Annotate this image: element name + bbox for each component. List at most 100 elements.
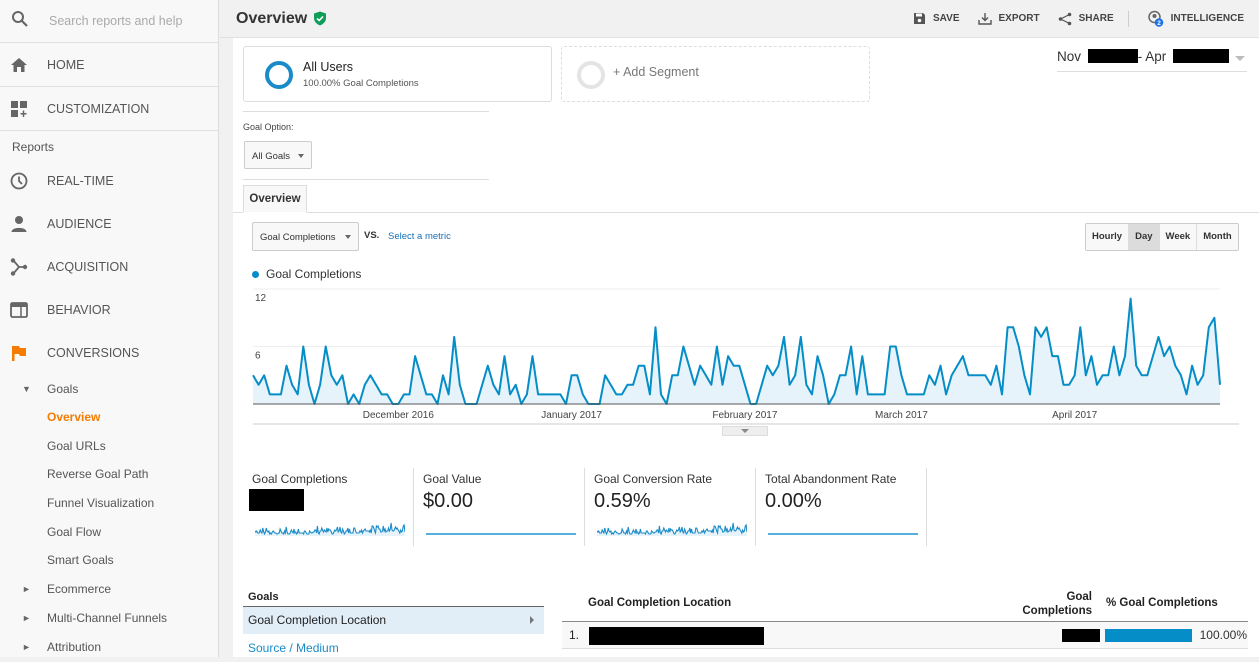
caret-down-icon: ▼ <box>0 384 47 394</box>
scorecard-label: Total Abandonment Rate <box>765 472 926 486</box>
divider <box>243 111 489 112</box>
intelligence-button[interactable]: 2 INTELLIGENCE <box>1147 10 1244 27</box>
sidebar-item-conversions[interactable]: CONVERSIONS <box>0 331 218 374</box>
sidebar-subitem-smart-goals[interactable]: Smart Goals <box>0 546 218 575</box>
chevron-down-icon <box>345 235 351 239</box>
sparkline <box>768 520 918 536</box>
sidebar-item-acquisition[interactable]: ACQUISITION <box>0 245 218 288</box>
home-icon <box>0 57 38 73</box>
segment-name: All Users <box>303 60 353 74</box>
chart-expand-handle[interactable] <box>722 426 768 436</box>
search-input[interactable]: Search reports and help <box>49 14 182 28</box>
sidebar-item-label: BEHAVIOR <box>47 303 111 317</box>
sidebar-item-label: HOME <box>47 58 85 72</box>
select-metric-link[interactable]: Select a metric <box>388 231 451 242</box>
sidebar-item-home[interactable]: HOME <box>0 43 218 87</box>
date-start-text: Nov <box>1057 49 1081 64</box>
granularity-toggle: Hourly Day Week Month <box>1085 223 1239 251</box>
sparkline <box>597 520 747 536</box>
column-header-location[interactable]: Goal Completion Location <box>588 597 731 609</box>
goals-dimension-panel: Goals Goal Completion Location Source / … <box>243 588 544 662</box>
sidebar-subitem-overview[interactable]: Overview <box>0 403 218 432</box>
granularity-week[interactable]: Week <box>1159 224 1197 250</box>
search-bar[interactable]: Search reports and help <box>0 0 218 43</box>
redacted-value <box>249 489 304 511</box>
goal-location-table: Goal Completion Location Goal Completion… <box>562 586 1248 649</box>
sidebar-subitem-funnel-visualization[interactable]: Funnel Visualization <box>0 489 218 518</box>
x-tick-label: April 2017 <box>1052 410 1097 421</box>
sidebar-item-ecommerce[interactable]: ► Ecommerce <box>0 575 218 604</box>
sidebar-item-real-time[interactable]: REAL-TIME <box>0 159 218 202</box>
dimension-goal-completion-location[interactable]: Goal Completion Location <box>243 607 544 634</box>
export-button[interactable]: EXPORT <box>978 12 1040 25</box>
chart-legend: Goal Completions <box>252 267 361 281</box>
redacted-date <box>1088 49 1138 63</box>
scorecard-value: 0.00% <box>765 490 926 515</box>
search-icon <box>2 10 38 33</box>
scorecard-goal-completions[interactable]: Goal Completions <box>243 468 414 546</box>
caret-right-icon: ► <box>0 584 47 594</box>
save-icon <box>913 12 926 25</box>
sidebar-item-label: Attribution <box>47 640 101 654</box>
sidebar-item-label: Multi-Channel Funnels <box>47 611 167 625</box>
date-range-picker[interactable]: Nov - Apr <box>1057 49 1247 72</box>
sidebar-item-label: AUDIENCE <box>47 217 112 231</box>
granularity-day[interactable]: Day <box>1128 224 1158 250</box>
scorecard-goal-value[interactable]: Goal Value $0.00 <box>414 468 585 546</box>
goal-option-select[interactable]: All Goals <box>244 141 312 169</box>
sidebar: Search reports and help HOME CUSTOMIZATI… <box>0 0 219 657</box>
dimension-source-medium[interactable]: Source / Medium <box>243 634 544 662</box>
sidebar-item-label: REAL-TIME <box>47 174 114 188</box>
x-tick-label: March 2017 <box>875 410 928 421</box>
granularity-hourly[interactable]: Hourly <box>1086 224 1128 250</box>
column-header-percent[interactable]: % Goal Completions <box>1106 597 1218 609</box>
sidebar-subitem-goal-flow[interactable]: Goal Flow <box>0 517 218 546</box>
x-tick-label: February 2017 <box>712 410 777 421</box>
y-tick-label: 12 <box>255 293 267 304</box>
reports-section-label: Reports <box>0 131 218 159</box>
scorecard-abandonment-rate[interactable]: Total Abandonment Rate 0.00% <box>756 468 927 546</box>
sidebar-item-attribution[interactable]: ► Attribution <box>0 633 218 662</box>
scorecard-label: Goal Conversion Rate <box>594 472 755 486</box>
tab-underline <box>233 212 1259 213</box>
add-segment-label: + Add Segment <box>613 65 699 79</box>
sidebar-goals-toggle[interactable]: ▼ Goals <box>0 374 218 403</box>
table-row[interactable]: 1. 100.00% <box>562 622 1248 649</box>
table-header: Goal Completion Location Goal Completion… <box>562 586 1248 622</box>
sparkline <box>426 520 576 536</box>
metric-select[interactable]: Goal Completions <box>252 222 359 251</box>
row-percent: 100.00% <box>1200 628 1247 642</box>
series-area <box>253 299 1220 404</box>
sidebar-item-multi-channel-funnels[interactable]: ► Multi-Channel Funnels <box>0 604 218 633</box>
chevron-down-icon <box>1235 56 1245 61</box>
add-segment-button[interactable]: + Add Segment <box>561 46 870 102</box>
scorecard-value: $0.00 <box>423 490 584 515</box>
x-tick-label: January 2017 <box>541 410 602 421</box>
sidebar-item-audience[interactable]: AUDIENCE <box>0 202 218 245</box>
header-actions: SAVE EXPORT SHARE 2 INTELLIGENCE <box>895 10 1244 27</box>
sidebar-subitem-reverse-goal-path[interactable]: Reverse Goal Path <box>0 460 218 489</box>
scorecard-conversion-rate[interactable]: Goal Conversion Rate 0.59% <box>585 468 756 546</box>
column-header-goal-completions[interactable]: Goal Completions <box>1014 590 1092 618</box>
flag-icon <box>0 344 38 362</box>
share-label: SHARE <box>1079 13 1114 24</box>
sidebar-item-behavior[interactable]: BEHAVIOR <box>0 288 218 331</box>
sidebar-goals-label: Goals <box>47 382 78 396</box>
dashboard-add-icon <box>0 100 38 118</box>
sidebar-subitem-goal-urls[interactable]: Goal URLs <box>0 432 218 461</box>
granularity-month[interactable]: Month <box>1196 224 1238 250</box>
metric-select-value: Goal Completions <box>260 232 336 243</box>
divider <box>1128 11 1129 27</box>
share-button[interactable]: SHARE <box>1058 12 1114 26</box>
segment-all-users[interactable]: All Users 100.00% Goal Completions <box>243 46 552 102</box>
percent-bar <box>1105 629 1192 642</box>
report-content: All Users 100.00% Goal Completions + Add… <box>233 38 1259 657</box>
legend-label: Goal Completions <box>266 267 361 281</box>
save-button[interactable]: SAVE <box>913 12 960 25</box>
chevron-down-icon <box>298 154 304 158</box>
sidebar-item-customization[interactable]: CUSTOMIZATION <box>0 87 218 131</box>
acquisition-icon <box>0 258 38 276</box>
caret-right-icon: ► <box>0 613 47 623</box>
tab-overview[interactable]: Overview <box>243 185 307 213</box>
caret-right-icon <box>530 616 534 624</box>
